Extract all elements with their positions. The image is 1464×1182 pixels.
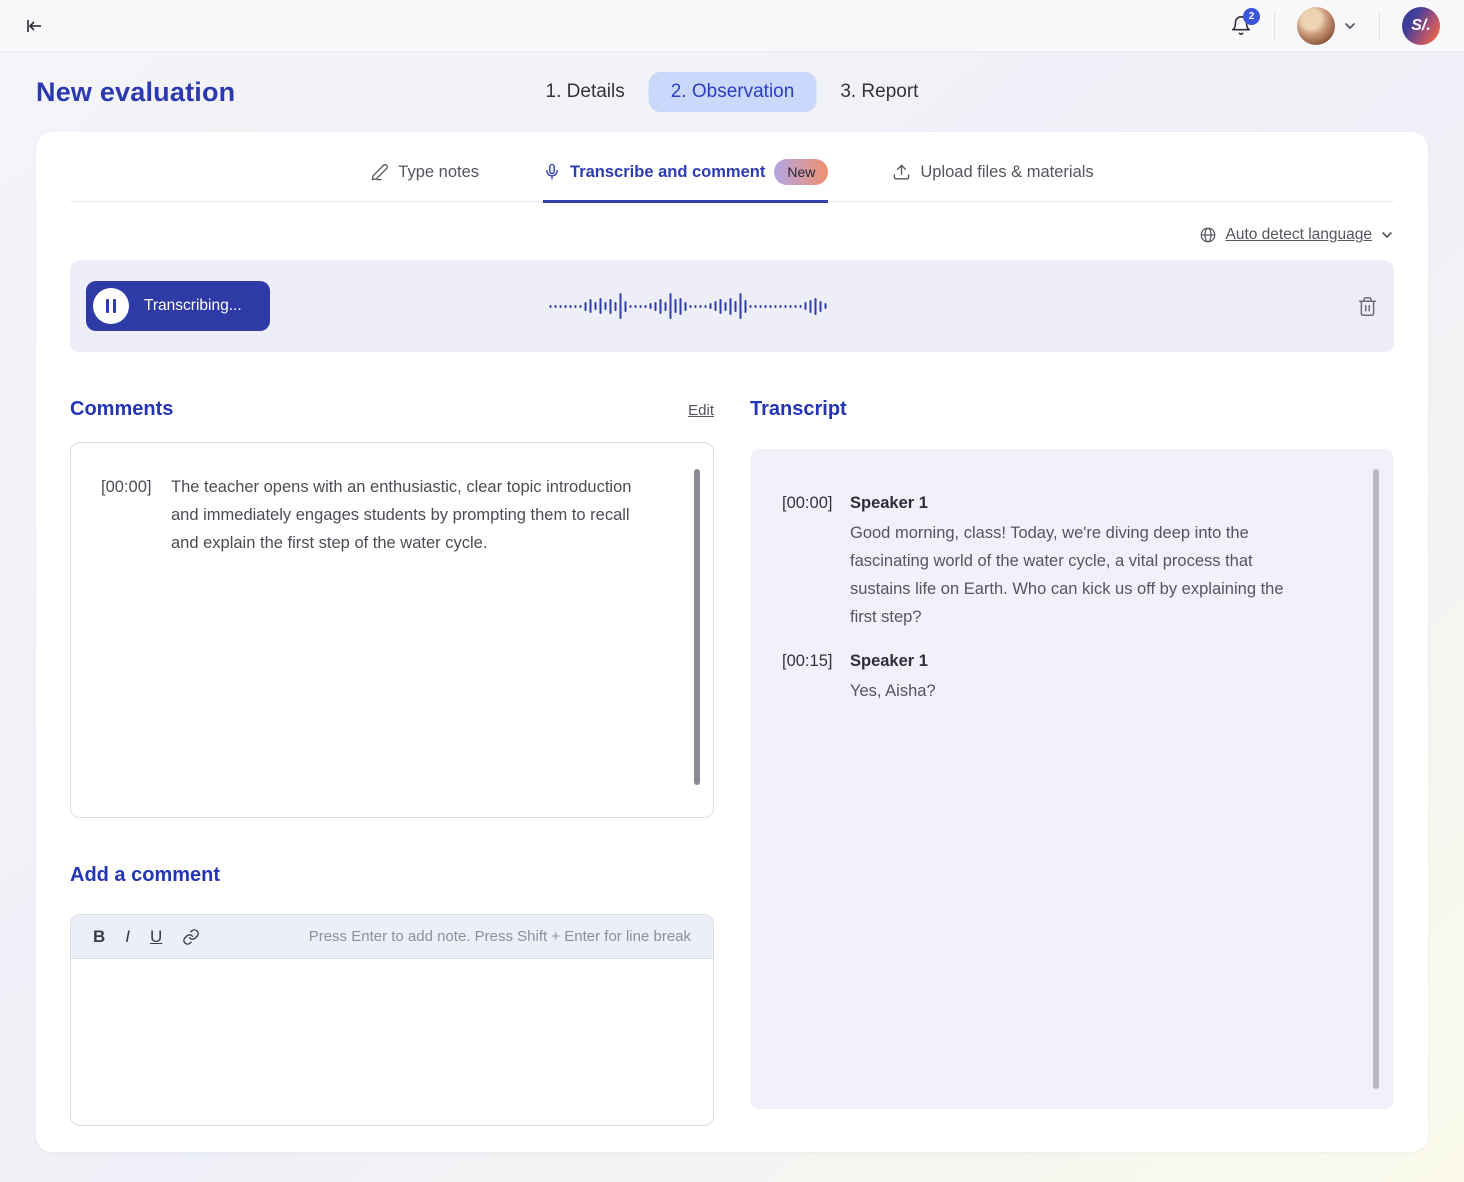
- transcript-heading: Transcript: [750, 398, 847, 421]
- step-report[interactable]: 3. Report: [826, 72, 932, 112]
- page-header: New evaluation 1. Details 2. Observation…: [0, 52, 1464, 132]
- avatar: [1297, 7, 1335, 45]
- composer-toolbar: B I U Press Enter to add note. Press Shi…: [71, 915, 713, 959]
- page-title: New evaluation: [36, 77, 235, 108]
- tabs-row: Type notes Transcribe and comment New Up…: [70, 132, 1394, 202]
- notification-count-badge: 2: [1243, 8, 1260, 25]
- edit-comments-link[interactable]: Edit: [688, 402, 714, 419]
- new-badge: New: [774, 159, 828, 185]
- transcript-speaker: Speaker 1: [850, 647, 936, 675]
- brand-logo[interactable]: S/.: [1402, 7, 1440, 45]
- transcript-speaker: Speaker 1: [850, 489, 1310, 517]
- tab-label: Type notes: [398, 163, 479, 182]
- topbar-divider: [1379, 11, 1380, 41]
- chevron-down-icon: [1343, 19, 1357, 33]
- transcript-column: Transcript [00:00] Speaker 1 Good mornin…: [750, 398, 1394, 1126]
- user-menu[interactable]: [1297, 7, 1357, 45]
- transcript-text: Good morning, class! Today, we're diving…: [850, 519, 1310, 631]
- comments-box[interactable]: [00:00] The teacher opens with an enthus…: [70, 442, 714, 818]
- recorder-bar: Transcribing...: [70, 260, 1394, 352]
- chevron-down-icon: [1380, 228, 1394, 242]
- comment-entry: [00:00] The teacher opens with an enthus…: [101, 473, 683, 557]
- comment-text: The teacher opens with an enthusiastic, …: [171, 473, 641, 557]
- comment-composer: B I U Press Enter to add note. Press Shi…: [70, 914, 714, 1126]
- pause-icon: [93, 288, 129, 324]
- microphone-icon: [543, 163, 561, 181]
- pause-transcription-button[interactable]: Transcribing...: [86, 281, 270, 331]
- add-comment-heading: Add a comment: [70, 864, 220, 887]
- globe-icon: [1199, 226, 1217, 244]
- trash-icon: [1357, 296, 1378, 317]
- stepper: 1. Details 2. Observation 3. Report: [532, 72, 933, 112]
- tab-label: Upload files & materials: [920, 163, 1093, 182]
- composer-placeholder: Press Enter to add note. Press Shift + E…: [309, 928, 691, 945]
- topbar: 2 S/.: [0, 0, 1464, 52]
- transcript-text: Yes, Aisha?: [850, 677, 936, 705]
- notifications-button[interactable]: 2: [1230, 15, 1252, 37]
- transcribing-status-label: Transcribing...: [144, 297, 242, 315]
- audio-waveform: [550, 291, 827, 321]
- tab-label: Transcribe and comment: [570, 163, 765, 182]
- transcript-entry: [00:15] Speaker 1 Yes, Aisha?: [782, 647, 1362, 705]
- transcript-timestamp: [00:15]: [782, 647, 838, 705]
- step-observation[interactable]: 2. Observation: [649, 72, 817, 112]
- upload-icon: [892, 163, 911, 182]
- comments-scrollbar[interactable]: [694, 469, 700, 785]
- pen-icon: [370, 163, 389, 182]
- transcript-panel[interactable]: [00:00] Speaker 1 Good morning, class! T…: [750, 449, 1394, 1109]
- comments-column: Comments Edit [00:00] The teacher opens …: [70, 398, 714, 1126]
- comment-input[interactable]: [71, 959, 713, 1126]
- tab-type-notes[interactable]: Type notes: [370, 159, 479, 201]
- delete-recording-button[interactable]: [1357, 296, 1378, 317]
- underline-button[interactable]: U: [150, 927, 162, 947]
- italic-button[interactable]: I: [125, 927, 130, 947]
- transcript-entry: [00:00] Speaker 1 Good morning, class! T…: [782, 489, 1362, 631]
- link-icon: [182, 928, 200, 946]
- transcript-scrollbar[interactable]: [1373, 469, 1379, 1089]
- language-selector-label: Auto detect language: [1225, 226, 1372, 244]
- comments-heading: Comments: [70, 398, 173, 421]
- language-selector[interactable]: Auto detect language: [70, 202, 1394, 260]
- main-card: Type notes Transcribe and comment New Up…: [36, 132, 1428, 1152]
- bold-button[interactable]: B: [93, 927, 105, 947]
- collapse-sidebar-icon[interactable]: [24, 16, 44, 36]
- link-button[interactable]: [182, 928, 200, 946]
- comment-timestamp: [00:00]: [101, 473, 157, 557]
- tab-upload-files[interactable]: Upload files & materials: [892, 159, 1093, 201]
- transcript-timestamp: [00:00]: [782, 489, 838, 631]
- step-details[interactable]: 1. Details: [532, 72, 639, 112]
- topbar-divider: [1274, 11, 1275, 41]
- tab-transcribe-and-comment[interactable]: Transcribe and comment New: [543, 159, 828, 203]
